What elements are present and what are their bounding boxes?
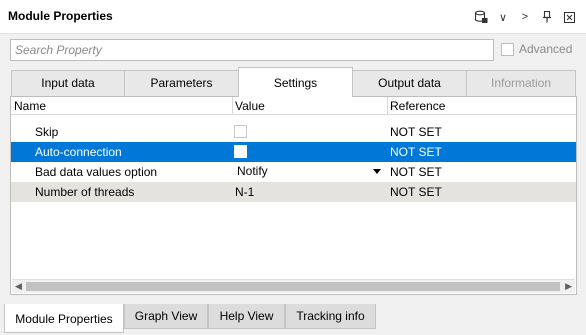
scroll-left-icon[interactable]: ◀ (15, 281, 22, 292)
panel-title: Module Properties (8, 9, 113, 23)
advanced-label: Advanced (519, 42, 573, 56)
chevron-down-icon[interactable]: ∨ (492, 8, 514, 26)
scroll-right-icon[interactable]: ▶ (565, 281, 572, 292)
chevron-right-icon[interactable]: > (514, 8, 536, 26)
column-header-value[interactable]: Value (235, 99, 265, 113)
row-name: Auto-connection (35, 145, 122, 159)
bottom-tab-tracking-info[interactable]: Tracking info (285, 304, 376, 329)
row-reference: NOT SET (390, 145, 442, 159)
pin-icon[interactable] (536, 8, 558, 26)
bad-data-dropdown[interactable]: Notify (237, 164, 268, 178)
row-name: Skip (35, 125, 59, 139)
tab-input-data[interactable]: Input data (11, 70, 125, 96)
table-row[interactable]: Number of threads N-1 NOT SET (11, 182, 576, 202)
threads-value[interactable]: N-1 (235, 185, 254, 199)
title-bar-icons: ∨ > (470, 8, 580, 26)
column-divider[interactable] (232, 97, 233, 115)
table-row[interactable]: Auto-connection NOT SET (11, 142, 576, 162)
bottom-tab-graph-view[interactable]: Graph View (124, 304, 208, 329)
grid-header: Name Value Reference (11, 97, 576, 115)
tab-information: Information (466, 70, 576, 96)
property-grid: Name Value Reference Skip NOT SET Auto-c… (10, 96, 577, 295)
advanced-toggle[interactable]: Advanced (501, 42, 572, 56)
column-header-reference[interactable]: Reference (390, 99, 445, 113)
row-reference: NOT SET (390, 165, 442, 179)
table-row[interactable]: Skip NOT SET (11, 122, 576, 142)
bottom-tab-help-view[interactable]: Help View (208, 304, 285, 329)
column-divider[interactable] (387, 97, 388, 115)
table-row[interactable]: Bad data values option Notify NOT SET (11, 162, 576, 182)
tab-settings[interactable]: Settings (238, 67, 353, 97)
advanced-checkbox[interactable] (501, 42, 514, 56)
bottom-tab-module-properties[interactable]: Module Properties (4, 304, 124, 333)
title-bar: Module Properties ∨ > (0, 0, 586, 34)
tab-output-data[interactable]: Output data (352, 70, 467, 96)
row-name: Number of threads (35, 185, 135, 199)
bottom-tab-strip: Module Properties Graph View Help View T… (0, 304, 586, 335)
scrollbar-thumb[interactable] (26, 282, 560, 291)
auto-connection-checkbox[interactable] (234, 145, 247, 158)
search-property-input[interactable]: Search Property (10, 39, 494, 61)
dropdown-arrow-icon[interactable] (373, 169, 381, 174)
horizontal-scrollbar[interactable]: ◀ ▶ (12, 279, 575, 293)
column-header-name[interactable]: Name (14, 99, 46, 113)
tab-parameters[interactable]: Parameters (124, 70, 239, 96)
row-reference: NOT SET (390, 185, 442, 199)
close-icon[interactable] (558, 8, 580, 26)
skip-checkbox[interactable] (234, 125, 247, 138)
database-lock-icon[interactable] (470, 8, 492, 26)
row-name: Bad data values option (35, 165, 158, 179)
row-reference: NOT SET (390, 125, 442, 139)
